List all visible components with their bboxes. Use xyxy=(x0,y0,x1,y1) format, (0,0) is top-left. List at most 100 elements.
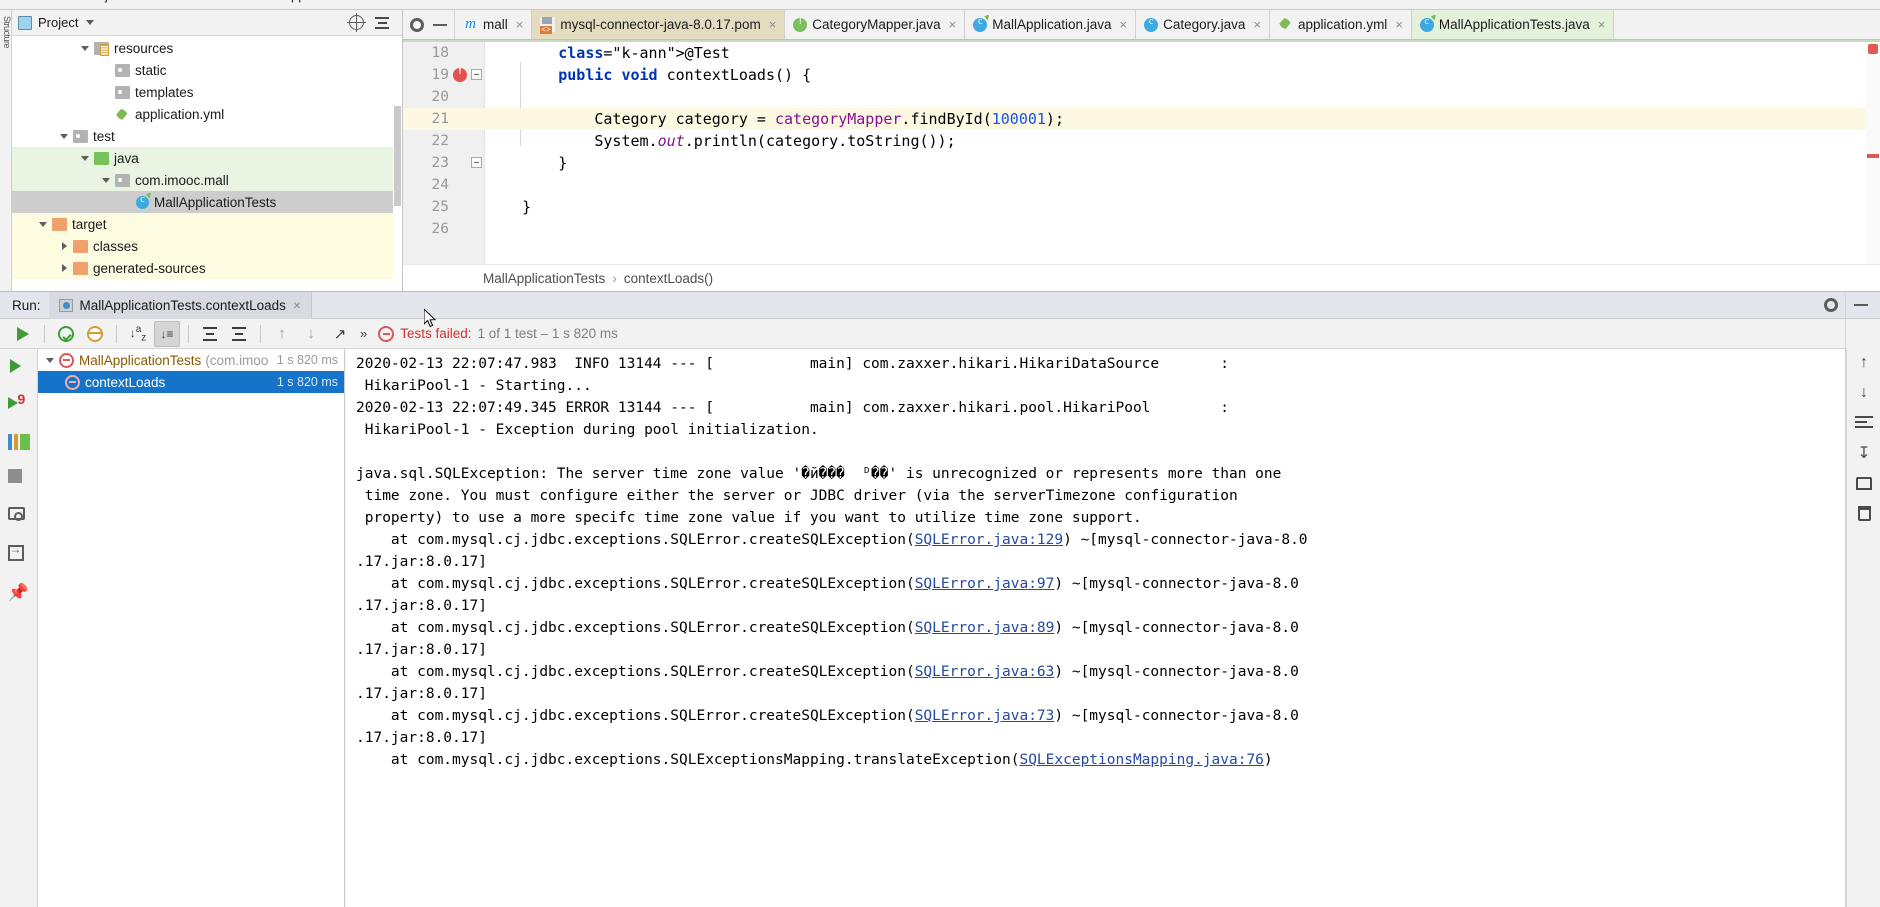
stacktrace-link[interactable]: SQLExceptionsMapping.java:76 xyxy=(1019,752,1263,768)
coverage-icon[interactable] xyxy=(7,431,30,453)
breadcrumb-item[interactable]: test xyxy=(72,0,93,3)
editor-breadcrumb[interactable]: MallApplicationTests › contextLoads() xyxy=(403,264,1880,291)
export-icon[interactable]: ↗ xyxy=(327,321,353,347)
test-tree-row[interactable]: contextLoads 1 s 820 ms xyxy=(38,371,344,393)
tree-node[interactable]: generated-sources xyxy=(12,257,402,279)
stacktrace-link[interactable]: SQLError.java:89 xyxy=(915,620,1055,636)
close-icon[interactable]: × xyxy=(1120,17,1128,32)
tree-node[interactable]: target xyxy=(12,213,402,235)
error-stripe-mark[interactable] xyxy=(1867,154,1879,158)
editor-line[interactable]: 22 System.out.println(category.toString(… xyxy=(403,130,1880,152)
screenshot-icon[interactable] xyxy=(7,507,30,529)
scroll-to-end-icon[interactable]: ↧ xyxy=(1847,438,1880,468)
fold-icon[interactable] xyxy=(471,69,482,80)
error-marker-icon[interactable] xyxy=(1868,44,1878,54)
editor-tab[interactable]: CategoryMapper.java × xyxy=(785,10,966,39)
stacktrace-link[interactable]: SQLError.java:129 xyxy=(915,532,1063,548)
breadcrumb-item[interactable]: contextLoads() xyxy=(624,271,713,286)
chevron-open-icon[interactable] xyxy=(100,174,113,187)
pin-icon[interactable]: 📌 xyxy=(8,583,30,605)
breadcrumb-item[interactable]: MallApplicationTests xyxy=(258,0,376,3)
editor-line[interactable]: 18 class="k-ann">@Test xyxy=(403,42,1880,64)
clear-all-icon[interactable] xyxy=(1847,498,1880,528)
export-to-file-icon[interactable] xyxy=(7,542,30,567)
sort-alphabetically-icon[interactable]: ↓az xyxy=(125,321,151,347)
print-icon[interactable] xyxy=(1847,468,1880,498)
stacktrace-link[interactable]: SQLError.java:63 xyxy=(915,664,1055,680)
stacktrace-link[interactable]: SQLError.java:73 xyxy=(915,708,1055,724)
sort-by-duration-icon[interactable]: ↓≡ xyxy=(154,320,180,347)
expand-all-icon[interactable] xyxy=(197,321,223,347)
tree-node[interactable]: classes xyxy=(12,235,402,257)
collapse-all-icon[interactable] xyxy=(374,16,390,30)
editor-tab[interactable]: mysql-connector-java-8.0.17.pom × xyxy=(532,10,786,39)
scroll-up-icon[interactable]: ↑ xyxy=(1847,348,1880,378)
rerun-icon[interactable] xyxy=(10,321,36,347)
structure-tool-label[interactable]: Structure xyxy=(0,16,12,48)
fold-icon[interactable] xyxy=(471,157,482,168)
chevron-closed-icon[interactable] xyxy=(58,262,71,275)
breadcrumb-item[interactable]: MallApplicationTests xyxy=(483,271,605,286)
editor-line[interactable]: 23 } xyxy=(403,152,1880,174)
project-scrollbar-thumb[interactable] xyxy=(394,106,401,206)
tree-node[interactable]: application.yml xyxy=(12,103,402,125)
chevron-open-icon[interactable] xyxy=(37,218,50,231)
run-test-gutter-icon[interactable] xyxy=(453,66,467,82)
tree-node[interactable]: resources xyxy=(12,37,402,59)
breadcrumb-item[interactable]: mall xyxy=(8,0,32,3)
editor-tab[interactable]: MallApplication.java × xyxy=(965,10,1137,39)
tree-node[interactable]: templates xyxy=(12,81,402,103)
rerun-icon[interactable] xyxy=(8,355,30,377)
tree-node[interactable]: MallApplicationTests xyxy=(12,191,402,213)
test-tree-row[interactable]: MallApplicationTests (com.imoo 1 s 820 ms xyxy=(38,349,344,371)
gear-icon[interactable] xyxy=(410,17,424,32)
tree-node[interactable]: test xyxy=(12,125,402,147)
crosshair-icon[interactable] xyxy=(347,13,366,32)
breadcrumb-item[interactable]: imooc xyxy=(177,0,212,3)
close-icon[interactable]: × xyxy=(293,298,301,313)
editor-line[interactable]: 20 xyxy=(403,86,1880,108)
prev-failed-icon[interactable]: ↑ xyxy=(269,321,295,347)
rerun-failed-icon[interactable] xyxy=(7,391,30,415)
tree-node[interactable]: java xyxy=(12,147,402,169)
close-icon[interactable]: × xyxy=(769,17,777,32)
tree-node[interactable]: com.imooc.mall xyxy=(12,169,402,191)
test-results-tree[interactable]: MallApplicationTests (com.imoo 1 s 820 ms c… xyxy=(38,349,345,907)
breadcrumb-item[interactable]: com xyxy=(141,0,166,3)
code-editor[interactable]: 18 class="k-ann">@Test19 public void con… xyxy=(403,40,1880,291)
more-icon[interactable]: » xyxy=(356,326,371,341)
editor-line[interactable]: 21 Category category = categoryMapper.fi… xyxy=(403,108,1880,130)
editor-line[interactable]: 19 public void contextLoads() { xyxy=(403,64,1880,86)
chevron-open-icon[interactable] xyxy=(58,130,71,143)
tree-node[interactable]: static xyxy=(12,59,402,81)
next-failed-icon[interactable]: ↓ xyxy=(298,321,324,347)
editor-tab[interactable]: Category.java × xyxy=(1136,10,1271,39)
show-passed-icon[interactable] xyxy=(53,321,79,347)
project-scrollbar[interactable] xyxy=(393,36,402,291)
collapse-all-icon[interactable] xyxy=(226,321,252,347)
editor-error-stripe[interactable] xyxy=(1866,42,1880,291)
hide-icon[interactable] xyxy=(433,23,447,26)
breadcrumb-item[interactable]: src xyxy=(43,0,60,3)
close-icon[interactable]: × xyxy=(949,17,957,32)
stop-icon[interactable] xyxy=(7,469,30,491)
editor-tab[interactable]: application.yml × xyxy=(1270,10,1412,39)
editor-tab[interactable]: MallApplicationTests.java × xyxy=(1411,10,1615,39)
minimize-icon[interactable] xyxy=(1854,304,1868,306)
chevron-open-icon[interactable] xyxy=(79,152,92,165)
breadcrumb-item[interactable]: java xyxy=(105,0,129,3)
editor-tab[interactable]: m mall × xyxy=(455,10,533,39)
editor-line[interactable]: 26 xyxy=(403,218,1880,240)
chevron-down-icon[interactable] xyxy=(86,20,95,25)
chevron-open-icon[interactable] xyxy=(79,42,92,55)
settings-gear-icon[interactable] xyxy=(1824,298,1838,312)
editor-line[interactable]: 25 } xyxy=(403,196,1880,218)
soft-wrap-icon[interactable] xyxy=(1847,408,1880,438)
run-configuration-tab[interactable]: MallApplicationTests.contextLoads × xyxy=(48,291,312,319)
chevron-open-icon[interactable] xyxy=(44,354,57,367)
stacktrace-link[interactable]: SQLError.java:97 xyxy=(915,576,1055,592)
breadcrumb-item[interactable]: mall xyxy=(223,0,247,3)
scroll-down-icon[interactable]: ↓ xyxy=(1847,378,1880,408)
close-icon[interactable]: × xyxy=(516,17,524,32)
close-icon[interactable]: × xyxy=(1598,17,1606,32)
